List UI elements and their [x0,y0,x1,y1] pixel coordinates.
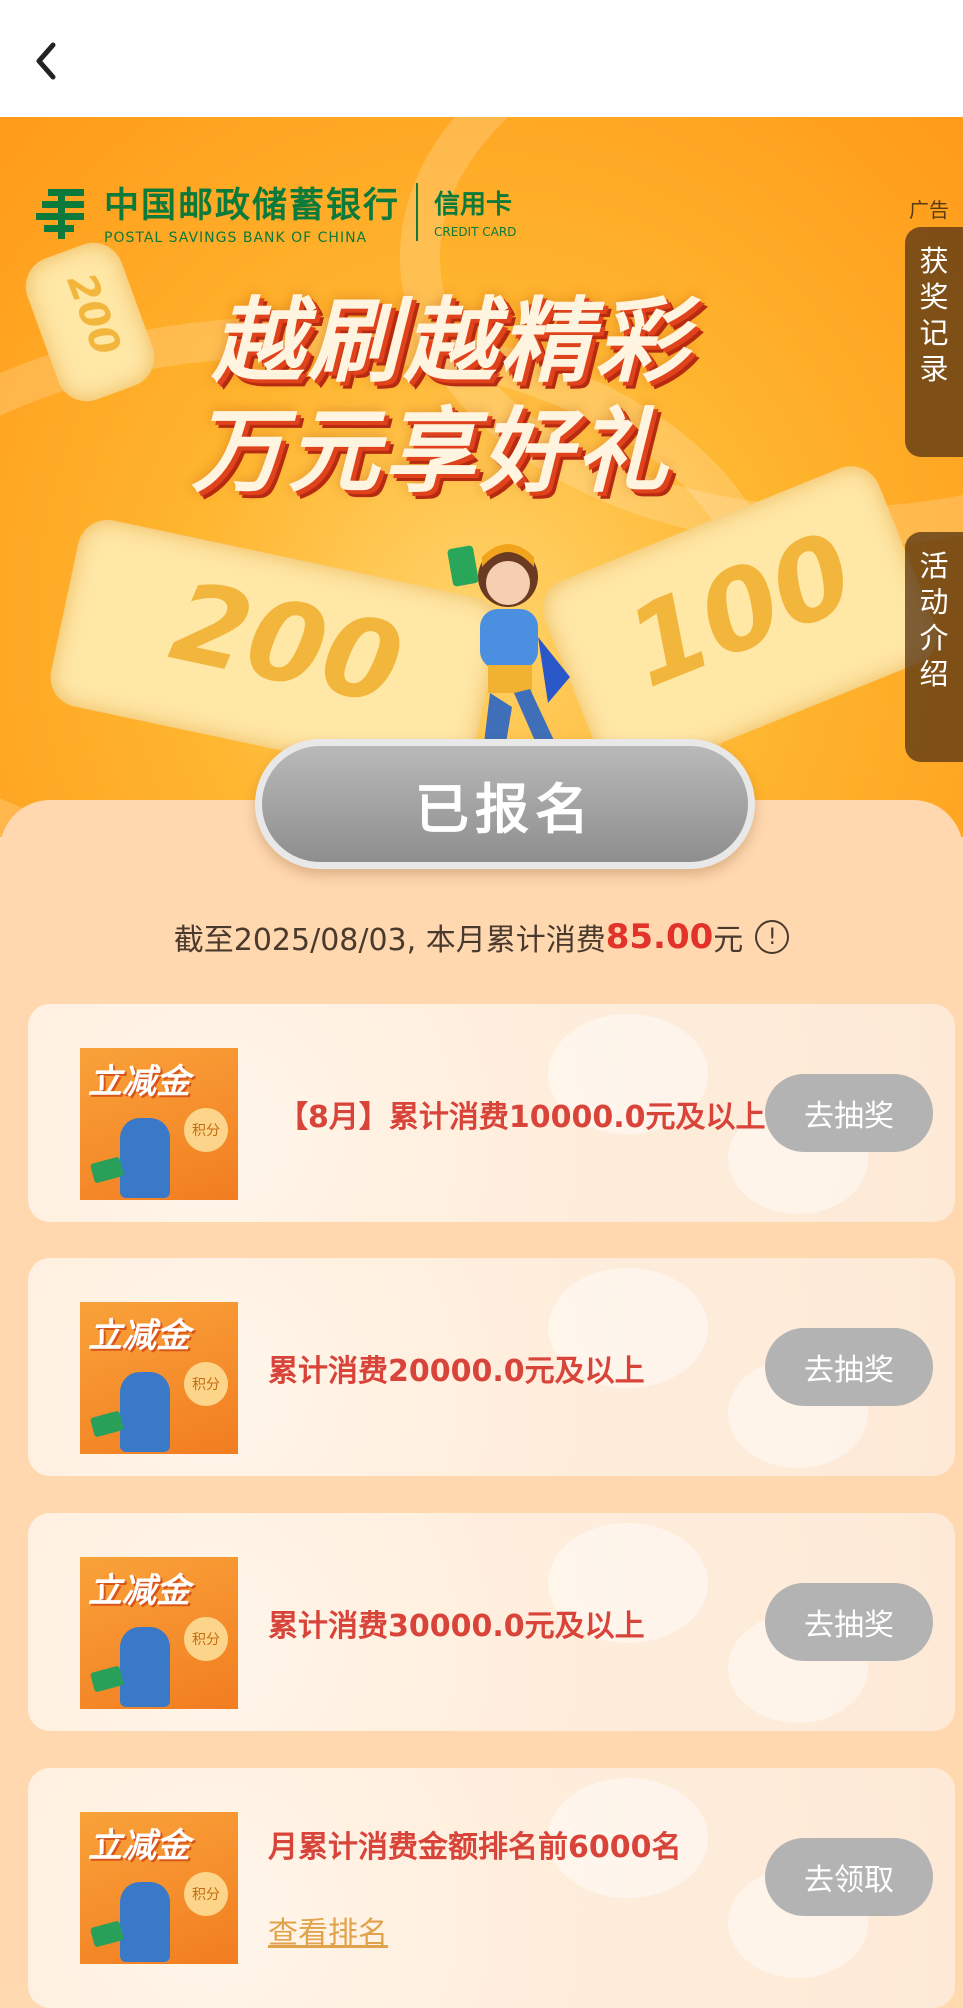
ad-label: 广告 [909,198,949,222]
claim-button[interactable]: 去领取 [765,1838,933,1916]
credit-card-label-cn: 信用卡 [434,190,513,220]
bank-name-cn: 中国邮政储蓄银行 [104,186,401,226]
thumbnail-title: 立减金 [88,1062,190,1102]
top-navigation-bar [0,0,963,117]
reward-card: 立减金 积分 累计消费20000.0元及以上 去抽奖 [28,1258,955,1476]
reward-title: 月累计消费金额排名前6000名 [268,1830,682,1865]
thumbnail-badge: 积分 [184,1872,228,1916]
reward-thumbnail: 立减金 积分 [80,1048,238,1200]
headline-line-2: 万元享好礼 [191,398,672,505]
reward-title: 累计消费20000.0元及以上 [268,1354,645,1389]
draw-lottery-button[interactable]: 去抽奖 [765,1074,933,1152]
reward-title: 【8月】累计消费10000.0元及以上 [278,1100,766,1135]
logo-divider [416,182,419,241]
reward-thumbnail: 立减金 积分 [80,1812,238,1964]
thumbnail-title: 立减金 [88,1826,190,1866]
thumbnail-badge: 积分 [184,1362,228,1406]
registered-status-button[interactable]: 已报名 [255,739,755,869]
thumbnail-figure [120,1118,170,1198]
reward-card: 立减金 积分 【8月】累计消费10000.0元及以上 去抽奖 [28,1004,955,1222]
activity-intro-tab[interactable]: 活动介绍 [905,532,963,762]
thumbnail-card [89,1665,125,1693]
summary-amount: 85.00 [605,917,714,957]
summary-prefix: 截至2025/08/03, 本月累计消费 [173,923,606,958]
coupon-value-left: 200 [161,556,413,730]
thumbnail-card [89,1410,125,1438]
thumbnail-title: 立减金 [88,1316,190,1356]
reward-thumbnail: 立减金 积分 [80,1302,238,1454]
prize-records-tab-label: 获奖记录 [919,244,949,386]
draw-lottery-button[interactable]: 去抽奖 [765,1328,933,1406]
thumbnail-title: 立减金 [88,1571,190,1611]
reward-thumbnail: 立减金 积分 [80,1557,238,1709]
thumbnail-card [89,1156,125,1184]
draw-lottery-button[interactable]: 去抽奖 [765,1583,933,1661]
thumbnail-figure [120,1882,170,1962]
promo-banner: 中国邮政储蓄银行 POSTAL SAVINGS BANK OF CHINA 信用… [0,117,963,837]
activity-intro-tab-label: 活动介绍 [919,549,949,691]
reward-card: 立减金 积分 累计消费30000.0元及以上 去抽奖 [28,1513,955,1731]
spending-summary: 截至2025/08/03, 本月累计消费 85.00 元 ! [0,915,963,959]
thumbnail-card [89,1920,125,1948]
credit-card-label-en: CREDIT CARD [434,225,517,239]
info-icon[interactable]: ! [755,920,790,954]
back-button[interactable] [26,36,66,86]
summary-suffix: 元 [713,923,744,958]
reward-title: 累计消费30000.0元及以上 [268,1609,645,1644]
reward-card: 立减金 积分 月累计消费金额排名前6000名 查看排名 去领取 [28,1768,955,2008]
thumbnail-figure [120,1372,170,1452]
thumbnail-badge: 积分 [184,1108,228,1152]
thumbnail-figure [120,1627,170,1707]
bank-name-en: POSTAL SAVINGS BANK OF CHINA [104,230,368,246]
bank-logo: 中国邮政储蓄银行 POSTAL SAVINGS BANK OF CHINA 信用… [34,177,516,246]
postal-bank-logo-icon [36,188,84,239]
thumbnail-badge: 积分 [184,1617,228,1661]
view-ranking-link[interactable]: 查看排名 [268,1908,388,1952]
prize-records-tab[interactable]: 获奖记录 [905,227,963,457]
chevron-left-icon [36,42,56,80]
